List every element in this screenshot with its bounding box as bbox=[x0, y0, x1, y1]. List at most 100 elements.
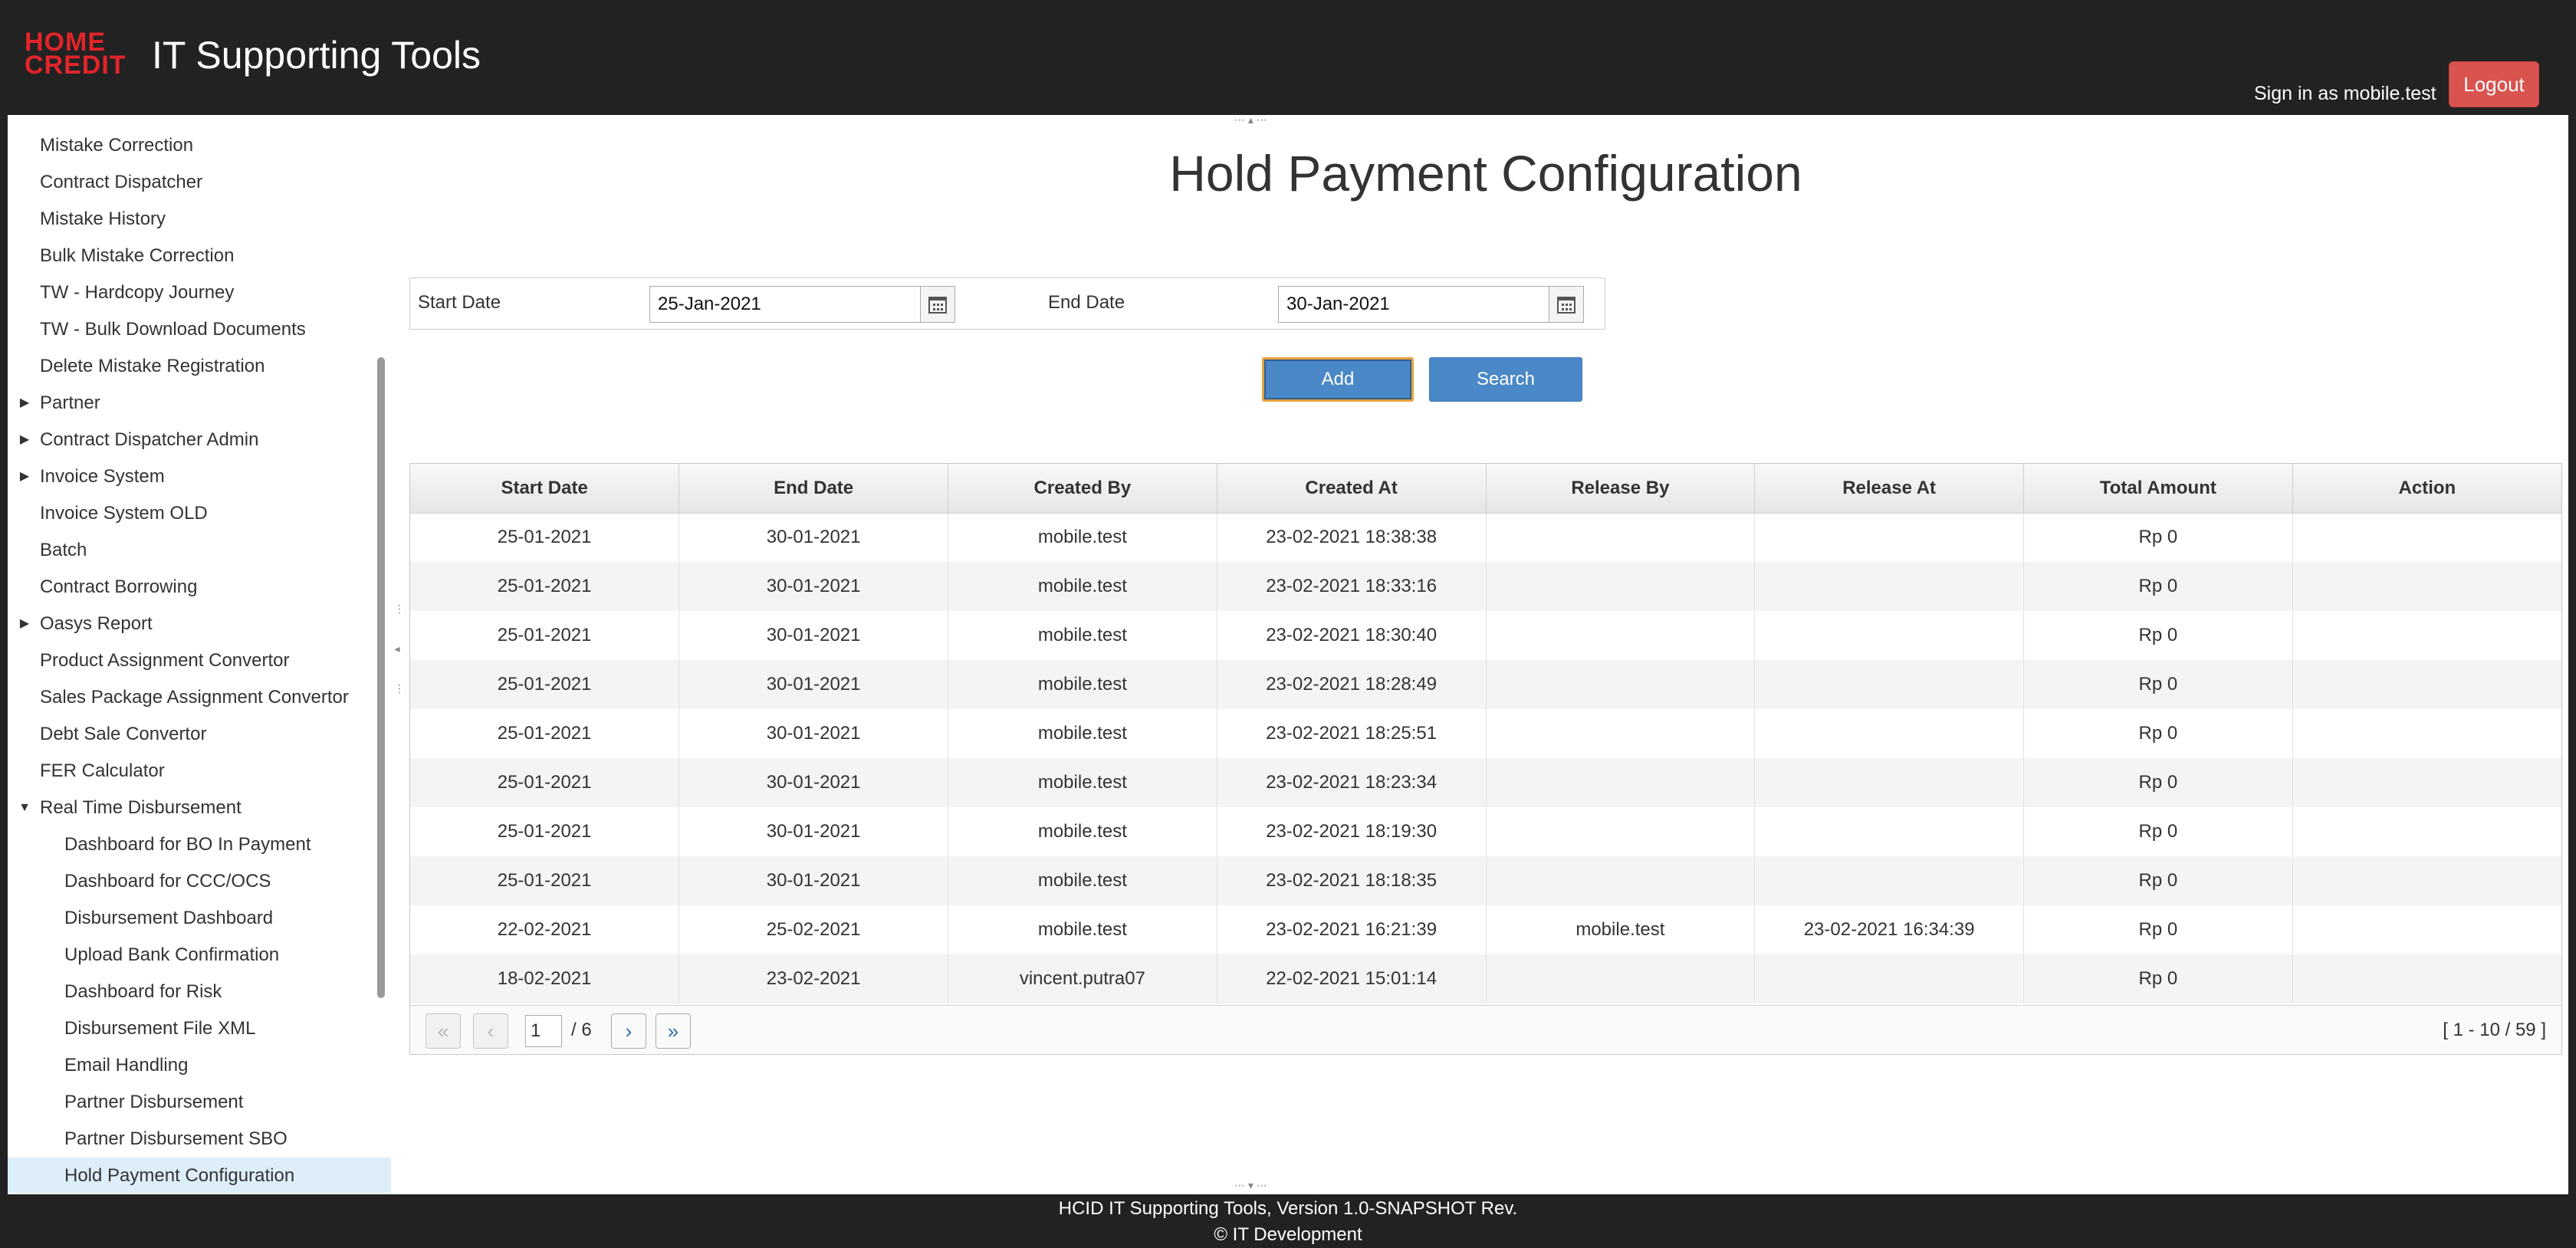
last-page-button[interactable]: » bbox=[656, 1013, 691, 1049]
start-date-calendar-button[interactable] bbox=[920, 286, 955, 323]
layout-splitter[interactable]: ⋮ ◂ ⋮ bbox=[391, 115, 405, 1196]
sidebar-item[interactable]: FER Calculator bbox=[8, 753, 391, 790]
start-date-label: Start Date bbox=[418, 292, 501, 313]
table-row[interactable]: 25-01-2021 30-01-2021 mobile.test 23-02-202… bbox=[410, 758, 2561, 807]
sidebar-item[interactable]: ▼ Real Time Disbursement bbox=[8, 790, 391, 826]
table-cell: 18-02-2021 bbox=[410, 954, 680, 1003]
sidebar-item[interactable]: Bulk Mistake Correction bbox=[8, 238, 391, 274]
sidebar-item-label: Batch bbox=[40, 540, 87, 560]
table-cell: 23-02-2021 18:33:16 bbox=[1217, 562, 1487, 611]
collapse-left-icon[interactable]: ◂ bbox=[394, 642, 400, 655]
sidebar-item[interactable]: Partner Disbursement SBO bbox=[8, 1121, 391, 1158]
splitter-grip-icon: ⋮ bbox=[394, 603, 405, 615]
table-cell: 30-01-2021 bbox=[678, 709, 948, 758]
column-header[interactable]: End Date bbox=[678, 464, 948, 514]
sidebar-item[interactable]: Dashboard for BO In Payment bbox=[8, 826, 391, 863]
sidebar-item[interactable]: Debt Sale Convertor bbox=[8, 716, 391, 753]
table-row[interactable]: 25-01-2021 30-01-2021 mobile.test 23-02-202… bbox=[410, 856, 2561, 905]
column-header[interactable]: Created By bbox=[948, 464, 1217, 514]
sidebar-item-label: Product Assignment Convertor bbox=[40, 650, 290, 671]
sidebar-item-label: TW - Bulk Download Documents bbox=[40, 319, 306, 340]
caret-down-icon[interactable]: ▼ bbox=[17, 790, 32, 826]
frame-border-right bbox=[2568, 115, 2576, 1248]
table-row[interactable]: 25-01-2021 30-01-2021 mobile.test 23-02-202… bbox=[410, 660, 2561, 709]
table-cell: 23-02-2021 18:28:49 bbox=[1217, 660, 1487, 709]
sidebar-item[interactable]: TW - Bulk Download Documents bbox=[8, 311, 391, 348]
table-cell bbox=[1754, 758, 2024, 807]
caret-right-icon[interactable]: ▶ bbox=[17, 422, 32, 458]
page-number-input[interactable]: 1 bbox=[525, 1015, 562, 1047]
table-row[interactable]: 25-01-2021 30-01-2021 mobile.test 23-02-202… bbox=[410, 611, 2561, 660]
double-chevron-left-icon: « bbox=[437, 1020, 449, 1043]
sidebar-item[interactable]: Contract Borrowing bbox=[8, 569, 391, 606]
paginator: « ‹ 1 / 6 › » [ 1 - 10 / 59 ] bbox=[410, 1005, 2561, 1054]
sidebar-item-label: Partner Disbursement bbox=[64, 1092, 244, 1112]
sidebar-item[interactable]: Batch bbox=[8, 532, 391, 569]
column-header[interactable]: Start Date bbox=[410, 464, 680, 514]
caret-right-icon[interactable]: ▶ bbox=[17, 385, 32, 422]
sidebar-item[interactable]: TW - Hardcopy Journey bbox=[8, 274, 391, 311]
column-header[interactable]: Release By bbox=[1486, 464, 1756, 514]
sidebar-item[interactable]: ▶ Contract Dispatcher Admin bbox=[8, 422, 391, 458]
end-date-input[interactable]: 30-Jan-2021 bbox=[1278, 286, 1549, 323]
sidebar-item[interactable]: ▶ Invoice System bbox=[8, 458, 391, 495]
sidebar-item-label: Partner bbox=[40, 392, 100, 413]
caret-right-icon[interactable]: ▶ bbox=[17, 606, 32, 642]
column-header[interactable]: Total Amount bbox=[2023, 464, 2293, 514]
table-cell: 23-02-2021 18:38:38 bbox=[1217, 513, 1487, 562]
total-pages: / 6 bbox=[571, 1020, 592, 1040]
sidebar-item[interactable]: Mistake Correction bbox=[8, 127, 391, 164]
logout-button[interactable]: Logout bbox=[2449, 61, 2539, 107]
table-cell bbox=[1754, 856, 2024, 905]
table-cell: Rp 0 bbox=[2023, 611, 2293, 660]
next-page-button[interactable]: › bbox=[611, 1013, 646, 1049]
sidebar-item[interactable]: Product Assignment Convertor bbox=[8, 642, 391, 679]
sidebar-item[interactable]: Dashboard for Risk bbox=[8, 974, 391, 1010]
sidebar-item[interactable]: Dashboard for CCC/OCS bbox=[8, 863, 391, 900]
sidebar-item[interactable]: Sales Package Assignment Convertor bbox=[8, 679, 391, 716]
sidebar-nav: Mistake Correction Contract Dispatcher Mis… bbox=[8, 127, 391, 1193]
table-row[interactable]: 25-01-2021 30-01-2021 mobile.test 23-02-202… bbox=[410, 709, 2561, 758]
table-cell: vincent.putra07 bbox=[948, 954, 1217, 1003]
table-row[interactable]: 18-02-2021 23-02-2021 vincent.putra07 22-02… bbox=[410, 954, 2561, 1003]
frame-border-left bbox=[0, 115, 8, 1248]
prev-page-button[interactable]: ‹ bbox=[473, 1013, 508, 1049]
table-cell bbox=[1486, 758, 1756, 807]
table-cell bbox=[2292, 954, 2561, 1003]
search-button[interactable]: Search bbox=[1429, 357, 1582, 402]
sidebar-item[interactable]: Email Handling bbox=[8, 1047, 391, 1084]
caret-right-icon[interactable]: ▶ bbox=[17, 458, 32, 495]
sidebar-item[interactable]: Hold Payment Configuration bbox=[8, 1158, 391, 1193]
table-cell bbox=[1486, 513, 1756, 562]
sidebar-item-label: Partner Disbursement SBO bbox=[64, 1128, 288, 1149]
sidebar-item[interactable]: Contract Dispatcher bbox=[8, 164, 391, 201]
table-row[interactable]: 25-01-2021 30-01-2021 mobile.test 23-02-202… bbox=[410, 807, 2561, 856]
sidebar-item[interactable]: Delete Mistake Registration bbox=[8, 348, 391, 385]
sidebar-item[interactable]: Invoice System OLD bbox=[8, 495, 391, 532]
first-page-button[interactable]: « bbox=[426, 1013, 461, 1049]
sidebar-item[interactable]: ▶ Partner bbox=[8, 385, 391, 422]
sidebar-item[interactable]: Disbursement File XML bbox=[8, 1010, 391, 1047]
table-row[interactable]: 25-01-2021 30-01-2021 mobile.test 23-02-202… bbox=[410, 513, 2561, 562]
table-row[interactable]: 25-01-2021 30-01-2021 mobile.test 23-02-202… bbox=[410, 562, 2561, 611]
sidebar-item[interactable]: Mistake History bbox=[8, 201, 391, 238]
sidebar-item[interactable]: Upload Bank Confirmation bbox=[8, 937, 391, 974]
top-resize-grip-icon[interactable]: ⋯ ▴ ⋯ bbox=[1234, 113, 1267, 126]
sidebar-item[interactable]: ▶ Oasys Report bbox=[8, 606, 391, 642]
hold-payment-table: Start Date End Date Created By Created At Re… bbox=[409, 463, 2562, 1055]
column-header[interactable]: Release At bbox=[1754, 464, 2024, 514]
sidebar-item[interactable]: Disbursement Dashboard bbox=[8, 900, 391, 937]
table-cell bbox=[2292, 856, 2561, 905]
bottom-resize-grip-icon[interactable]: ⋯ ▾ ⋯ bbox=[1234, 1179, 1267, 1192]
calendar-icon bbox=[1557, 296, 1576, 314]
column-header[interactable]: Action bbox=[2292, 464, 2561, 514]
sidebar-item[interactable]: Partner Disbursement bbox=[8, 1084, 391, 1121]
sidebar-scrollbar[interactable] bbox=[377, 357, 385, 998]
end-date-calendar-button[interactable] bbox=[1549, 286, 1584, 323]
add-button[interactable]: Add bbox=[1262, 357, 1414, 402]
table-cell bbox=[2292, 709, 2561, 758]
start-date-input[interactable]: 25-Jan-2021 bbox=[649, 286, 921, 323]
table-cell bbox=[1754, 611, 2024, 660]
column-header[interactable]: Created At bbox=[1217, 464, 1487, 514]
table-row[interactable]: 22-02-2021 25-02-2021 mobile.test 23-02-202… bbox=[410, 905, 2561, 954]
